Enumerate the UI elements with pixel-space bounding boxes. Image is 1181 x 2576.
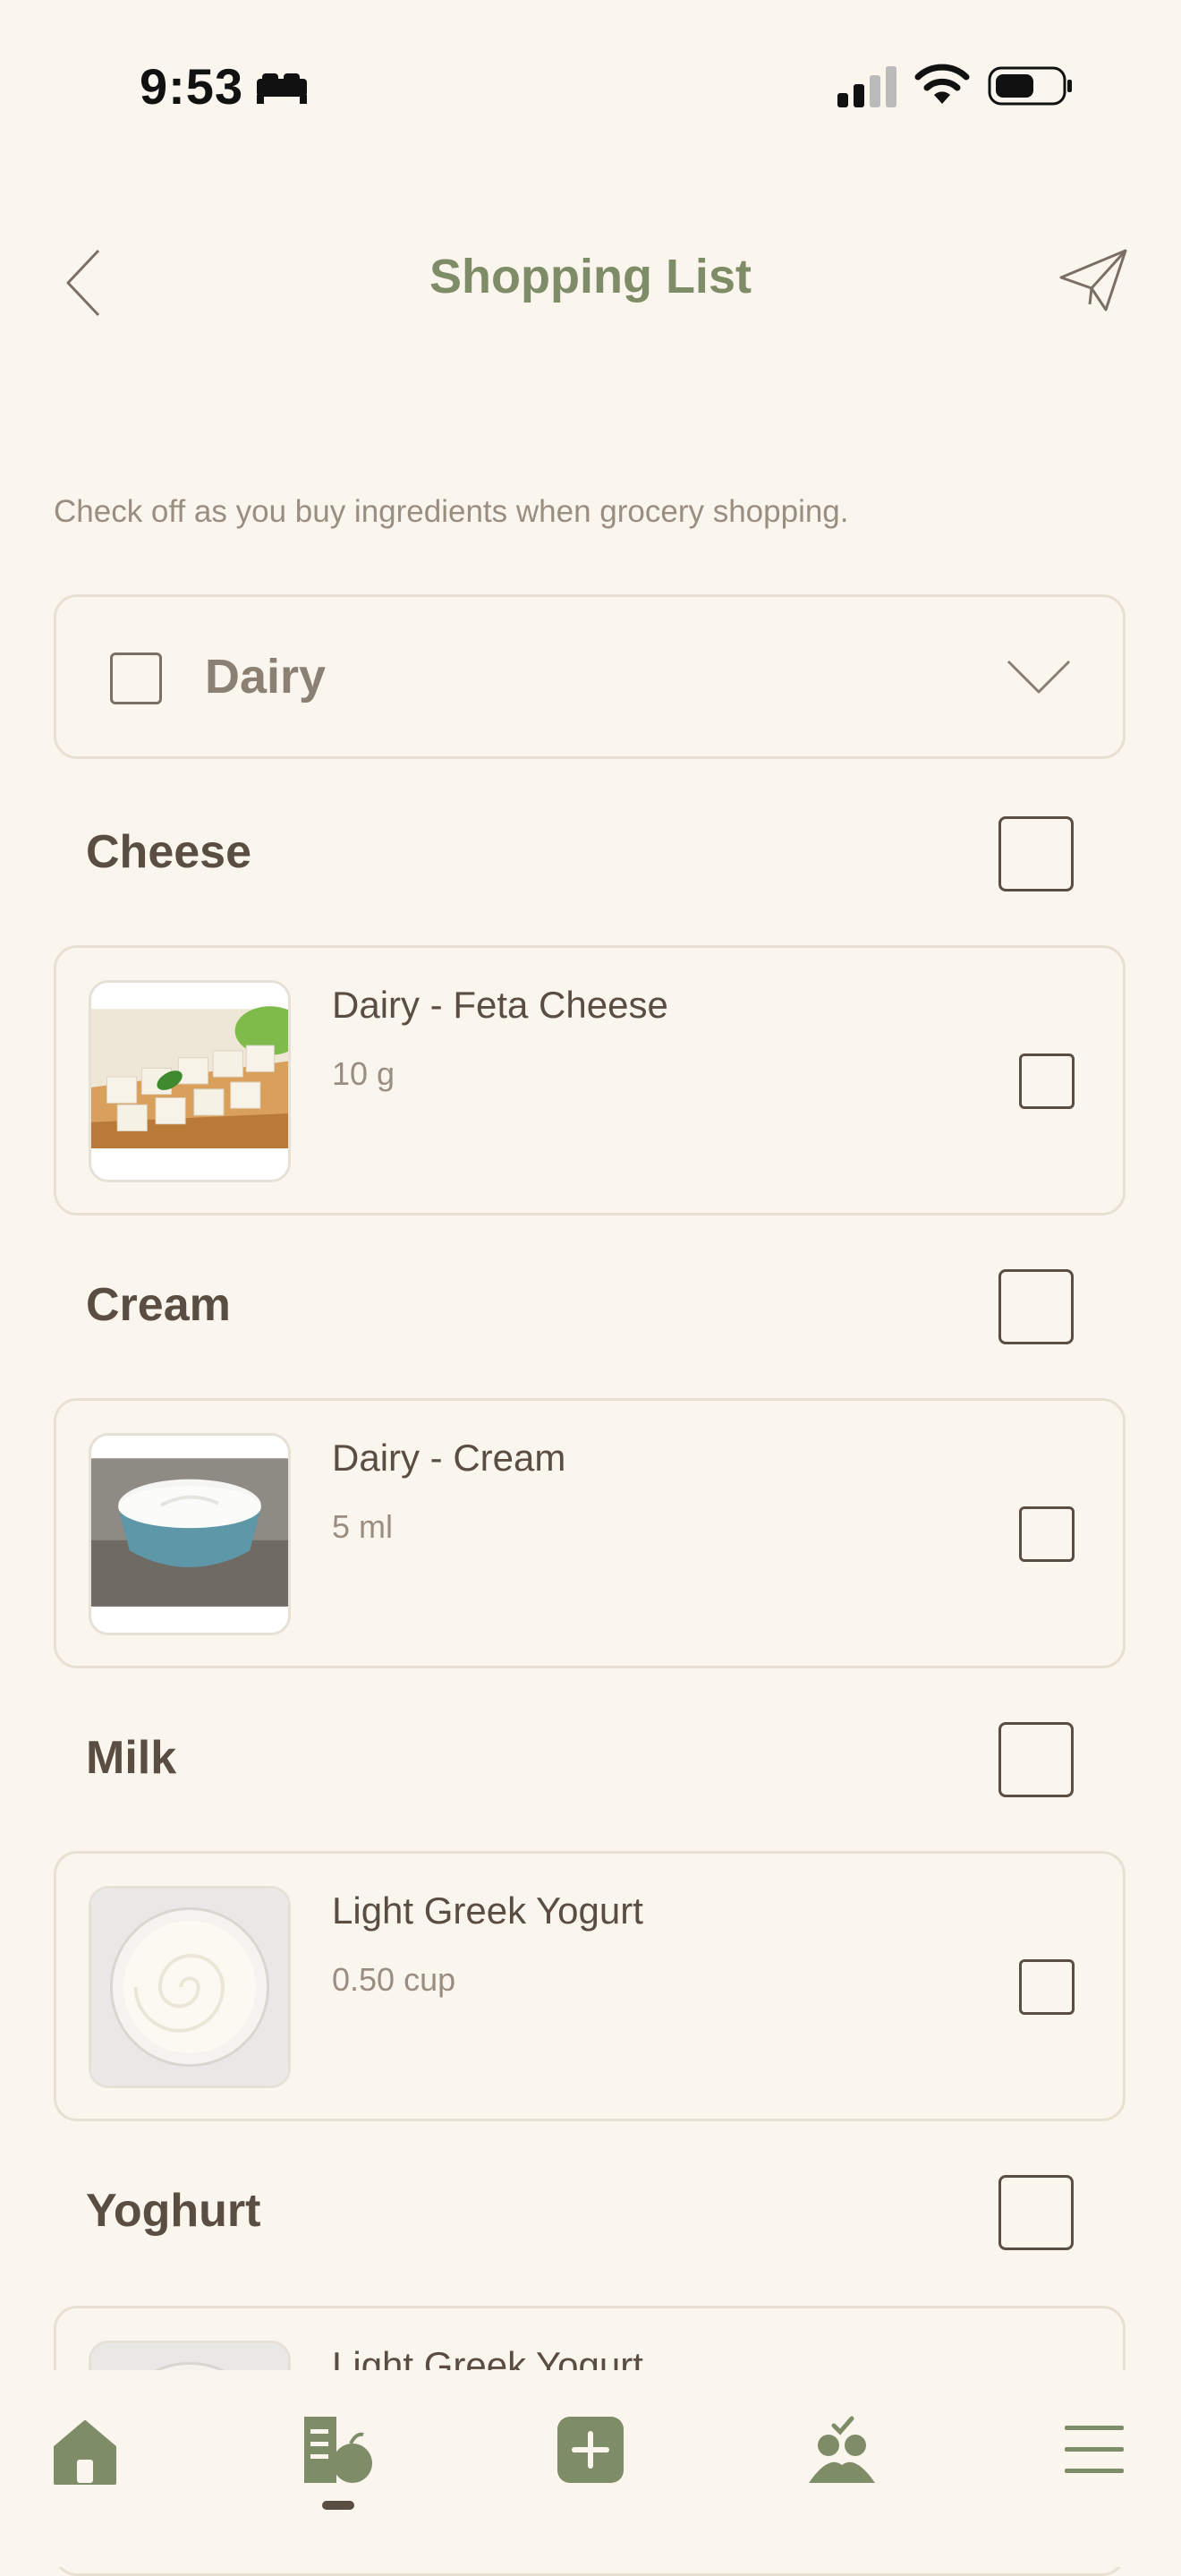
item-name: Dairy - Cream: [332, 1437, 566, 1479]
page-title: Shopping List: [429, 250, 752, 303]
list-item[interactable]: Light Greek Yogurt 0.50 cup: [54, 1851, 1126, 2121]
item-checkbox[interactable]: [1019, 1959, 1075, 2015]
cream-bowl-image: [89, 1433, 291, 1635]
group-checkbox-cheese[interactable]: [998, 816, 1074, 891]
feta-cheese-image: [89, 980, 291, 1182]
add-icon[interactable]: [550, 2410, 631, 2490]
item-checkbox[interactable]: [1019, 1053, 1075, 1109]
bottom-navigation: [0, 2370, 1181, 2567]
group-checkbox-milk[interactable]: [998, 1722, 1074, 1797]
item-checkbox[interactable]: [1019, 1506, 1075, 1562]
yogurt-bowl-image: [89, 1886, 291, 2088]
cellular-signal-icon: [837, 66, 896, 107]
category-dairy-dropdown[interactable]: Dairy: [54, 594, 1126, 759]
send-icon[interactable]: [1058, 247, 1129, 315]
group-title-milk: Milk: [86, 1732, 177, 1784]
item-quantity: 0.50 cup: [332, 1961, 456, 1998]
group-title-yoghurt: Yoghurt: [86, 2185, 261, 2237]
group-checkbox-cream[interactable]: [998, 1269, 1074, 1344]
battery-icon: [988, 66, 1072, 106]
menu-icon[interactable]: [1054, 2410, 1134, 2490]
shopping-list-icon[interactable]: [297, 2410, 378, 2490]
community-icon[interactable]: [802, 2410, 882, 2490]
item-name: Dairy - Feta Cheese: [332, 984, 668, 1026]
category-checkbox[interactable]: [110, 653, 162, 704]
sleep-focus-icon: [257, 73, 307, 104]
list-item[interactable]: Dairy - Feta Cheese 10 g: [54, 945, 1126, 1215]
home-icon[interactable]: [45, 2410, 125, 2490]
item-quantity: 5 ml: [332, 1508, 394, 1545]
category-label: Dairy: [205, 650, 327, 704]
chevron-down-icon[interactable]: [1005, 656, 1073, 695]
group-checkbox-yoghurt[interactable]: [998, 2175, 1074, 2250]
item-name: Light Greek Yogurt: [332, 1889, 643, 1932]
instructions-text: Check off as you buy ingredients when gr…: [54, 494, 849, 529]
active-tab-indicator: [322, 2501, 354, 2510]
group-title-cream: Cream: [86, 1279, 231, 1331]
status-time: 9:53: [140, 58, 244, 115]
group-title-cheese: Cheese: [86, 826, 251, 878]
item-quantity: 10 g: [332, 1055, 395, 1092]
wifi-icon: [914, 64, 970, 104]
list-item[interactable]: Dairy - Cream 5 ml: [54, 1398, 1126, 1668]
